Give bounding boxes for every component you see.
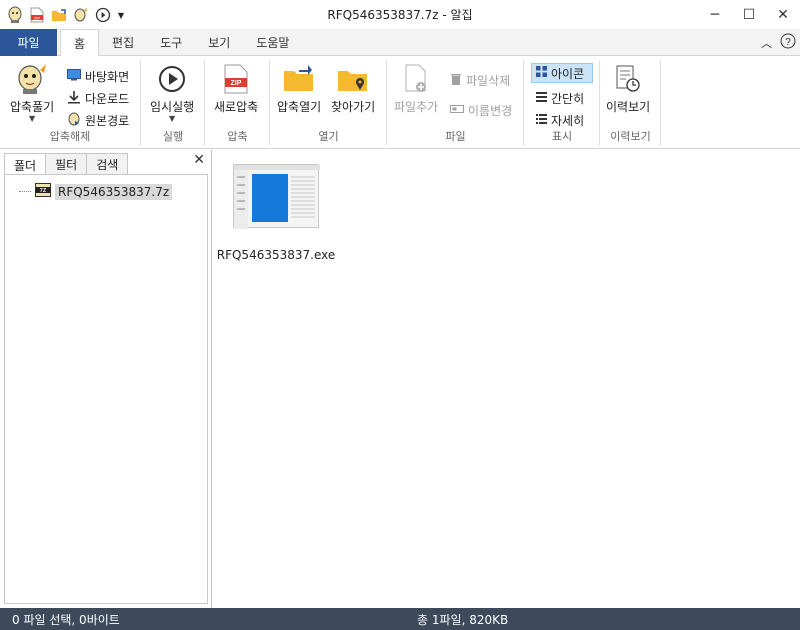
left-pane-tabs: 폴더 필터 검색 — [4, 153, 129, 176]
file-group: 파일추가 파일삭제 이름변경 파일 — [388, 60, 524, 146]
extract-button[interactable]: 압축풀기 ▼ — [10, 62, 54, 123]
svg-text:?: ? — [785, 37, 791, 48]
folder-location-icon — [336, 62, 370, 96]
history-clock-icon — [611, 62, 645, 96]
add-file-button[interactable]: 파일추가 — [394, 62, 438, 115]
status-bar: 0 파일 선택, 0바이트 총 1파일, 820KB — [0, 608, 800, 630]
extract-source-path-button[interactable]: 원본경로 — [67, 110, 129, 130]
close-pane-icon[interactable]: ✕ — [193, 152, 205, 168]
view-simple-button[interactable]: 간단히 — [536, 88, 584, 108]
new-compress-button[interactable]: ZIP 새로압축 — [214, 62, 258, 115]
left-pane: 폴더 필터 검색 ✕ 7Z RFQ546353837.7z — [0, 150, 212, 608]
temp-run-button[interactable]: 임시실행 ▼ — [150, 62, 194, 123]
rename-button[interactable]: 이름변경 — [450, 100, 512, 120]
tree-item[interactable]: 7Z RFQ546353837.7z — [19, 183, 173, 200]
ribbon: 압축풀기 ▼ 바탕화면 다운로드 원본경로 압축해제 임시실행 ▼ 실행 ZIP… — [0, 56, 800, 149]
tree-item-label: RFQ546353837.7z — [55, 183, 173, 200]
file-list: RFQ546353837.exe — [213, 150, 800, 608]
tab-view[interactable]: 보기 — [195, 29, 243, 56]
svg-text:ZIP: ZIP — [231, 80, 242, 87]
compress-group: ZIP 새로압축 압축 — [206, 60, 270, 146]
extract-group-label: 압축해제 — [49, 130, 91, 143]
file-thumbnail — [233, 164, 320, 229]
title-bar: ZIP ▼ RFQ546353837.7z - 알집 ─ ☐ ✕ — [0, 0, 800, 29]
open-group: 압축열기 찾아가기 열기 — [271, 60, 387, 146]
tree-line — [19, 191, 31, 192]
tab-folder[interactable]: 폴더 — [4, 153, 47, 176]
maximize-button[interactable]: ☐ — [732, 0, 766, 29]
tab-file[interactable]: 파일 — [0, 29, 57, 56]
extract-desktop-button[interactable]: 바탕화면 — [67, 66, 129, 86]
tab-home[interactable]: 홈 — [60, 29, 100, 57]
rename-icon — [450, 103, 464, 117]
alzip-extract-icon — [15, 62, 49, 96]
extract-download-button[interactable]: 다운로드 — [67, 88, 129, 108]
collapse-ribbon-icon[interactable]: ︿ — [761, 35, 772, 51]
find-location-button[interactable]: 찾아가기 — [331, 62, 375, 115]
extract-group: 압축풀기 ▼ 바탕화면 다운로드 원본경로 압축해제 — [0, 60, 141, 146]
window-title: RFQ546353837.7z - 알집 — [327, 8, 473, 22]
play-circle-icon — [155, 62, 189, 96]
close-button[interactable]: ✕ — [766, 0, 800, 29]
chevron-down-icon: ▼ — [29, 114, 36, 123]
svg-text:7Z: 7Z — [40, 188, 47, 194]
folder-open-icon — [282, 62, 316, 96]
trash-icon — [450, 72, 462, 89]
delete-file-button[interactable]: 파일삭제 — [450, 70, 510, 90]
selection-status: 0 파일 선택, 0바이트 — [12, 613, 120, 627]
help-icon[interactable]: ? — [780, 33, 796, 52]
file-name: RFQ546353837.exe — [216, 248, 336, 262]
tab-tools[interactable]: 도구 — [147, 29, 195, 56]
window-controls: ─ ☐ ✕ — [698, 0, 800, 29]
history-group: 이력보기 이력보기 — [601, 60, 661, 146]
tab-filter[interactable]: 필터 — [45, 153, 88, 175]
list-icon — [536, 91, 547, 105]
ribbon-tabs: 파일 홈 편집 도구 보기 도움말 ︿ ? — [0, 29, 800, 57]
source-path-icon — [67, 112, 81, 129]
file-item[interactable]: RFQ546353837.exe — [217, 164, 335, 262]
7z-archive-icon: 7Z — [35, 183, 51, 200]
grid-icon — [536, 66, 547, 80]
view-icons-button[interactable]: 아이콘 — [531, 63, 593, 83]
chevron-down-icon: ▼ — [169, 114, 176, 123]
view-group: 아이콘 간단히 자세히 표시 — [525, 60, 600, 146]
view-group-label: 표시 — [551, 130, 573, 143]
history-button[interactable]: 이력보기 — [606, 62, 650, 115]
tab-help[interactable]: 도움말 — [243, 29, 302, 56]
file-group-label: 파일 — [445, 130, 466, 143]
open-group-label: 열기 — [318, 130, 339, 143]
view-details-button[interactable]: 자세히 — [536, 110, 584, 130]
run-group-label: 실행 — [162, 130, 184, 143]
minimize-button[interactable]: ─ — [698, 0, 732, 29]
tab-edit[interactable]: 편집 — [99, 29, 147, 56]
history-group-label: 이력보기 — [610, 130, 651, 143]
total-status: 총 1파일, 820KB — [417, 613, 509, 627]
add-file-icon — [399, 62, 433, 96]
tab-search[interactable]: 검색 — [86, 153, 129, 175]
download-icon — [67, 90, 81, 107]
compress-group-label: 압축 — [227, 130, 248, 143]
details-icon — [536, 113, 547, 127]
zip-file-icon: ZIP — [219, 62, 253, 96]
folder-tree: 7Z RFQ546353837.7z — [4, 174, 208, 604]
desktop-icon — [67, 68, 81, 84]
run-group: 임시실행 ▼ 실행 — [142, 60, 205, 146]
open-archive-button[interactable]: 압축열기 — [277, 62, 321, 115]
